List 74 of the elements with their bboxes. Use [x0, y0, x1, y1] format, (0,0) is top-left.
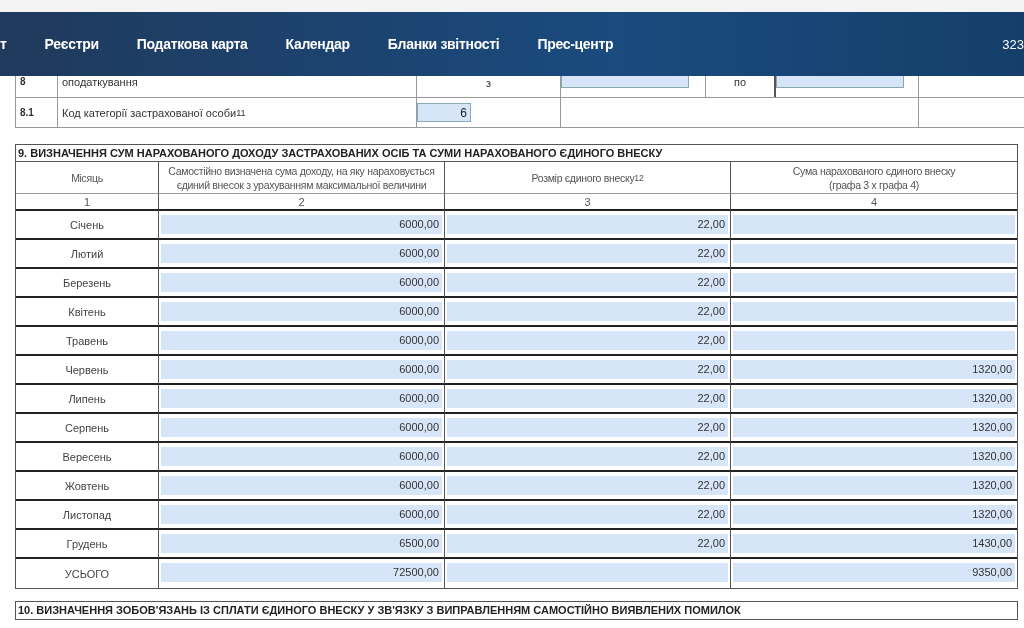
month-cell: Жовтень: [16, 472, 159, 501]
amount-field[interactable]: [733, 215, 1015, 234]
month-cell: Березень: [16, 269, 159, 298]
rate-field[interactable]: 22,00: [447, 389, 728, 408]
income-field[interactable]: 6000,00: [161, 302, 442, 321]
income-field[interactable]: 6000,00: [161, 389, 442, 408]
amount-field[interactable]: 1320,00: [733, 389, 1015, 408]
column-number: 2: [159, 194, 445, 211]
row-number: 8.1: [16, 98, 58, 127]
column-header: Місяць: [16, 162, 159, 194]
income-field[interactable]: 6000,00: [161, 505, 442, 524]
amount-field[interactable]: [733, 273, 1015, 292]
amount-field[interactable]: 1320,00: [733, 360, 1015, 379]
column-header: Сума нарахованого єдиного внеску (графа 3 х графа 4): [731, 162, 1017, 194]
amount-field[interactable]: [733, 302, 1015, 321]
rate-field[interactable]: 22,00: [447, 476, 728, 495]
amount-field[interactable]: 1320,00: [733, 447, 1015, 466]
rate-field[interactable]: 22,00: [447, 273, 728, 292]
income-field[interactable]: 6000,00: [161, 476, 442, 495]
amount-field[interactable]: [733, 244, 1015, 263]
nav-link[interactable]: Прес-центр: [537, 36, 614, 52]
amount-field[interactable]: 9350,00: [733, 563, 1015, 582]
section-title: 10. ВИЗНАЧЕННЯ ЗОБОВ'ЯЗАНЬ ІЗ СПЛАТИ ЄДИНОГО ВНЕСКУ У ЗВ'ЯЗКУ З ВИПРАВЛЕННЯМ САМОСТІЙНО ВИЯВЛЕНИХ ПОМИЛОК: [16, 602, 1017, 620]
month-cell: Грудень: [16, 530, 159, 559]
income-field[interactable]: 6000,00: [161, 360, 442, 379]
month-cell: Травень: [16, 327, 159, 356]
month-cell: Листопад: [16, 501, 159, 530]
nav-link[interactable]: Реєстри: [44, 36, 99, 52]
nav-link[interactable]: Календар: [285, 36, 350, 52]
rate-field[interactable]: 22,00: [447, 302, 728, 321]
amount-field[interactable]: 1320,00: [733, 476, 1015, 495]
income-field[interactable]: 6000,00: [161, 447, 442, 466]
month-cell: Вересень: [16, 443, 159, 472]
rate-field[interactable]: 22,00: [447, 534, 728, 553]
income-field[interactable]: 6000,00: [161, 273, 442, 292]
amount-field[interactable]: 1430,00: [733, 534, 1015, 553]
rate-field[interactable]: 22,00: [447, 418, 728, 437]
date-field[interactable]: [561, 76, 689, 88]
month-cell: Серпень: [16, 414, 159, 443]
column-number: 3: [445, 194, 731, 211]
column-header: Самостійно визначена сума доходу, на яку нараховується єдиний внесок з урахуванням максимальної величини: [159, 162, 445, 194]
column-number: 1: [16, 194, 159, 211]
month-cell: Квітень: [16, 298, 159, 327]
rate-field[interactable]: 22,00: [447, 215, 728, 234]
month-cell: Січень: [16, 211, 159, 240]
income-field[interactable]: 72500,00: [161, 563, 442, 582]
category-field[interactable]: 6: [417, 103, 471, 122]
income-field[interactable]: 6500,00: [161, 534, 442, 553]
date-field[interactable]: [776, 76, 904, 88]
section-title: 9. ВИЗНАЧЕННЯ СУМ НАРАХОВАНОГО ДОХОДУ ЗАСТРАХОВАНИХ ОСІБ ТА СУМИ НАРАХОВАНОГО ЄДИНОГО ВНЕСКУ: [16, 145, 1017, 162]
nav-link[interactable]: Податкова карта: [136, 36, 248, 52]
rate-field[interactable]: 22,00: [447, 244, 728, 263]
row-number: 8: [16, 76, 58, 97]
nav-link[interactable]: т: [0, 36, 7, 52]
phone-text: 323: [1002, 36, 1024, 52]
nav-link[interactable]: Бланки звітності: [387, 36, 500, 52]
month-cell: Лютий: [16, 240, 159, 269]
amount-field[interactable]: [733, 331, 1015, 350]
rate-field[interactable]: 22,00: [447, 360, 728, 379]
rate-field[interactable]: 22,00: [447, 447, 728, 466]
row-label: оподаткування: [58, 76, 417, 97]
rate-field[interactable]: [447, 563, 728, 582]
amount-field[interactable]: 1320,00: [733, 418, 1015, 437]
month-cell: Червень: [16, 356, 159, 385]
income-field[interactable]: 6000,00: [161, 418, 442, 437]
rate-field[interactable]: 22,00: [447, 505, 728, 524]
income-field[interactable]: 6000,00: [161, 244, 442, 263]
column-number: 4: [731, 194, 1017, 211]
rate-field[interactable]: 22,00: [447, 331, 728, 350]
income-field[interactable]: 6000,00: [161, 331, 442, 350]
month-cell: УСЬОГО: [16, 559, 159, 588]
month-cell: Липень: [16, 385, 159, 414]
amount-field[interactable]: 1320,00: [733, 505, 1015, 524]
income-field[interactable]: 6000,00: [161, 215, 442, 234]
